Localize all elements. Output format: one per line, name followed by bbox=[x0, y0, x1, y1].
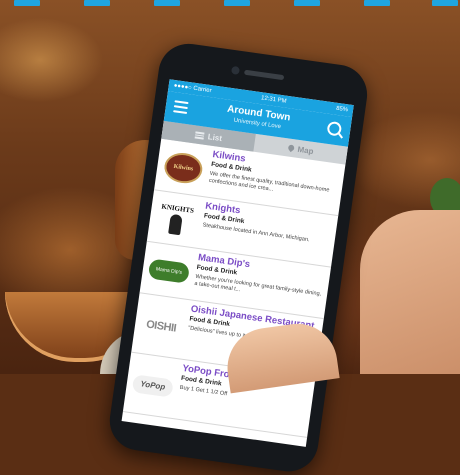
camera-icon bbox=[230, 65, 240, 75]
header-dash bbox=[432, 0, 458, 6]
header-dash bbox=[294, 0, 320, 6]
oishii-logo: OISHII bbox=[145, 317, 177, 335]
listing-logo: OISHII bbox=[136, 297, 187, 356]
listing-logo: KNIGHTS bbox=[151, 194, 201, 245]
header-dash bbox=[154, 0, 180, 6]
header-dash bbox=[14, 0, 40, 6]
listing-logo: Mama Dip's bbox=[144, 245, 194, 296]
list-icon bbox=[194, 130, 205, 140]
earpiece bbox=[243, 69, 285, 81]
knights-logo-text: KNIGHTS bbox=[160, 201, 195, 215]
kilwins-logo: Kilwins bbox=[162, 150, 205, 186]
mama-dips-logo: Mama Dip's bbox=[147, 257, 191, 284]
map-pin-icon bbox=[286, 143, 295, 153]
battery-label: 85% bbox=[335, 105, 349, 114]
yopop-logo: YoPop bbox=[131, 373, 174, 398]
tab-list-label: List bbox=[207, 131, 223, 143]
clock: 12:31 PM bbox=[260, 95, 287, 105]
hand bbox=[360, 210, 460, 374]
listing-logo: Kilwins bbox=[159, 142, 209, 193]
tab-map-label: Map bbox=[297, 144, 315, 156]
knight-icon bbox=[168, 213, 183, 235]
header-dash bbox=[224, 0, 250, 6]
header-dash bbox=[364, 0, 390, 6]
header-dash bbox=[84, 0, 110, 6]
listing-logo: YoPop bbox=[127, 356, 178, 415]
